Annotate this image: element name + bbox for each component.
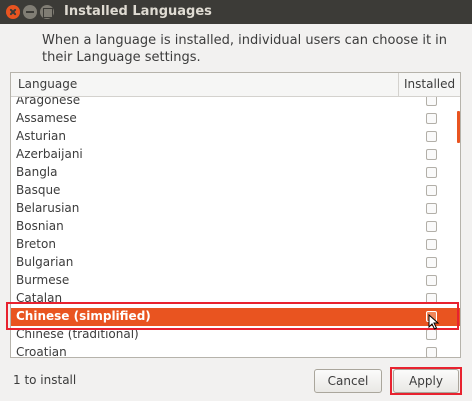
- list-item[interactable]: Bangla: [11, 164, 460, 182]
- maximize-icon[interactable]: [40, 5, 54, 19]
- language-name: Bangla: [16, 165, 58, 179]
- scrollbar-thumb[interactable]: [457, 111, 460, 143]
- language-name: Belarusian: [16, 201, 80, 215]
- installed-checkbox[interactable]: [426, 185, 437, 196]
- list-item[interactable]: Bulgarian: [11, 254, 460, 272]
- mouse-pointer-icon: [428, 314, 440, 330]
- installed-checkbox[interactable]: [426, 167, 437, 178]
- list-item[interactable]: Breton: [11, 236, 460, 254]
- cancel-button[interactable]: Cancel: [314, 369, 382, 393]
- list-item[interactable]: Asturian: [11, 128, 460, 146]
- language-name: Aragonese: [16, 97, 81, 107]
- list-item[interactable]: Assamese: [11, 110, 460, 128]
- installed-checkbox[interactable]: [426, 221, 437, 232]
- installed-checkbox[interactable]: [426, 131, 437, 142]
- highlight-box-apply: [390, 367, 462, 395]
- list-item[interactable]: Bosnian: [11, 218, 460, 236]
- language-name: Assamese: [16, 111, 77, 125]
- highlight-box-selected-row: [6, 302, 459, 330]
- language-name: Bosnian: [16, 219, 64, 233]
- column-header-installed[interactable]: Installed: [404, 77, 455, 91]
- window-title: Installed Languages: [64, 4, 212, 19]
- language-name: Burmese: [16, 273, 70, 287]
- description-text: When a language is installed, individual…: [42, 33, 448, 65]
- list-item[interactable]: Aragonese: [11, 97, 460, 110]
- installed-checkbox[interactable]: [426, 347, 437, 357]
- language-name: Azerbaijani: [16, 147, 83, 161]
- installed-checkbox[interactable]: [426, 239, 437, 250]
- installed-languages-dialog: Installed Languages When a language is i…: [0, 0, 472, 401]
- language-name: Breton: [16, 237, 56, 251]
- language-name: Asturian: [16, 129, 66, 143]
- status-text: 1 to install: [13, 373, 77, 387]
- list-item[interactable]: Belarusian: [11, 200, 460, 218]
- installed-checkbox[interactable]: [426, 97, 437, 106]
- list-item[interactable]: Croatian: [11, 344, 460, 357]
- list-header: Language Installed: [11, 73, 460, 97]
- close-icon[interactable]: [6, 5, 20, 19]
- installed-checkbox[interactable]: [426, 149, 437, 160]
- installed-checkbox[interactable]: [426, 113, 437, 124]
- installed-checkbox[interactable]: [426, 275, 437, 286]
- language-name: Basque: [16, 183, 61, 197]
- minimize-icon[interactable]: [23, 5, 37, 19]
- list-item[interactable]: Azerbaijani: [11, 146, 460, 164]
- titlebar: Installed Languages: [0, 0, 472, 24]
- installed-checkbox[interactable]: [426, 257, 437, 268]
- column-divider: [398, 73, 399, 97]
- list-item[interactable]: Basque: [11, 182, 460, 200]
- column-header-language[interactable]: Language: [18, 77, 77, 91]
- list-item[interactable]: Burmese: [11, 272, 460, 290]
- installed-checkbox[interactable]: [426, 203, 437, 214]
- language-name: Bulgarian: [16, 255, 74, 269]
- installed-checkbox[interactable]: [426, 329, 437, 340]
- language-name: Croatian: [16, 345, 67, 357]
